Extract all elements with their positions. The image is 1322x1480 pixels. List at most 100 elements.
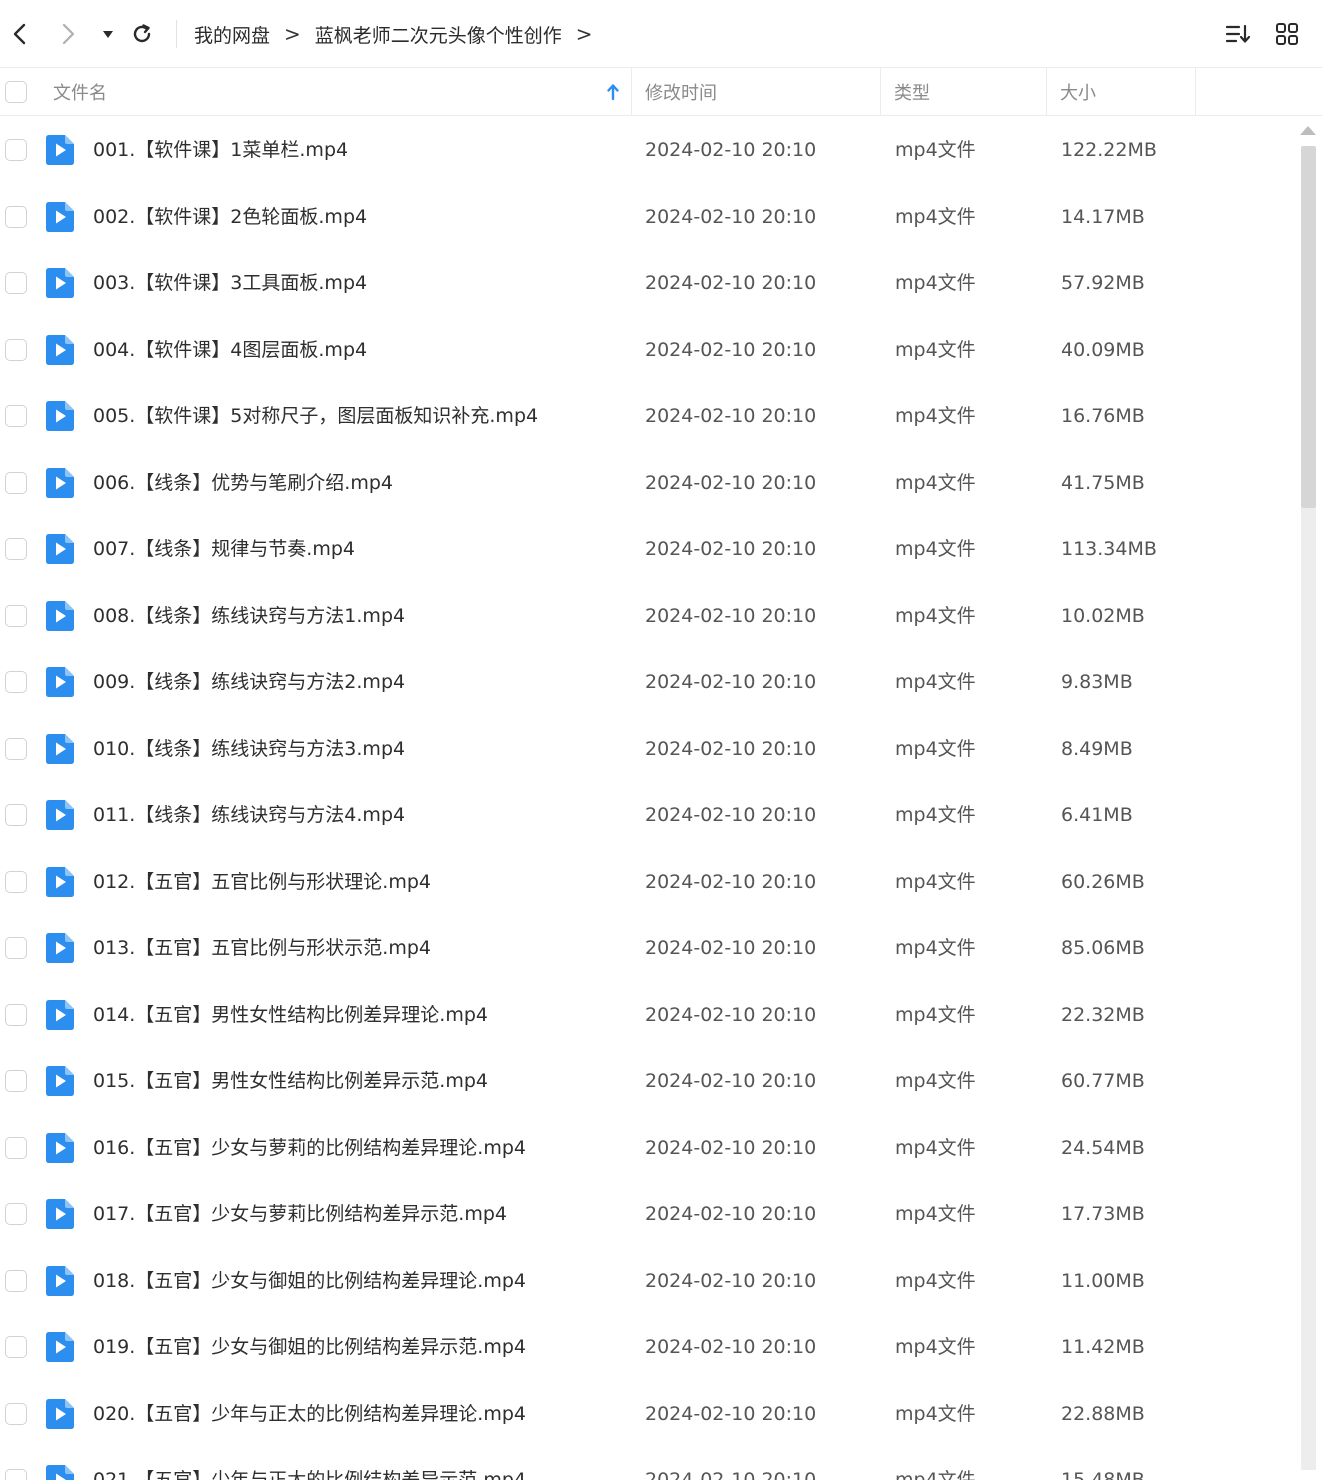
file-row[interactable]: 002.【软件课】2色轮面板.mp4 2024-02-10 20:10 mp4文件 1… <box>0 184 1298 251</box>
file-name[interactable]: 018.【五官】少女与御姐的比例结构差异理论.mp4 <box>93 1248 526 1315</box>
row-checkbox[interactable] <box>5 471 27 494</box>
file-row[interactable]: 016.【五官】少女与萝莉的比例结构差异理论.mp4 2024-02-10 20:… <box>0 1115 1298 1182</box>
file-row[interactable]: 017.【五官】少女与萝莉比例结构差异示范.mp4 2024-02-10 20:1… <box>0 1181 1298 1248</box>
file-name[interactable]: 008.【线条】练线诀窍与方法1.mp4 <box>93 583 405 650</box>
file-name[interactable]: 005.【软件课】5对称尺子，图层面板知识补充.mp4 <box>93 383 538 450</box>
file-row[interactable]: 015.【五官】男性女性结构比例差异示范.mp4 2024-02-10 20:10… <box>0 1048 1298 1115</box>
video-file-icon <box>46 800 74 830</box>
file-row[interactable]: 011.【线条】练线诀窍与方法4.mp4 2024-02-10 20:10 mp4文… <box>0 782 1298 849</box>
scroll-up-arrow-icon[interactable] <box>1300 126 1316 135</box>
file-size: 57.92MB <box>1061 272 1145 294</box>
file-name[interactable]: 003.【软件课】3工具面板.mp4 <box>93 250 367 317</box>
file-name[interactable]: 012.【五官】五官比例与形状理论.mp4 <box>93 849 431 916</box>
column-header-size[interactable]: 大小 <box>1060 68 1096 116</box>
file-row[interactable]: 013.【五官】五官比例与形状示范.mp4 2024-02-10 20:10 mp4… <box>0 915 1298 982</box>
file-type: mp4文件 <box>895 471 976 494</box>
file-modified-time: 2024-02-10 20:10 <box>645 1469 817 1480</box>
file-row[interactable]: 008.【线条】练线诀窍与方法1.mp4 2024-02-10 20:10 mp4文… <box>0 583 1298 650</box>
row-checkbox[interactable] <box>5 870 27 893</box>
file-name[interactable]: 001.【软件课】1菜单栏.mp4 <box>93 117 348 184</box>
file-name[interactable]: 011.【线条】练线诀窍与方法4.mp4 <box>93 782 405 849</box>
row-checkbox[interactable] <box>5 1136 27 1159</box>
file-name[interactable]: 014.【五官】男性女性结构比例差异理论.mp4 <box>93 982 488 1049</box>
file-row[interactable]: 006.【线条】优势与笔刷介绍.mp4 2024-02-10 20:10 mp4文件… <box>0 450 1298 517</box>
file-name[interactable]: 016.【五官】少女与萝莉的比例结构差异理论.mp4 <box>93 1115 526 1182</box>
file-row[interactable]: 005.【软件课】5对称尺子，图层面板知识补充.mp4 2024-02-10 20… <box>0 383 1298 450</box>
row-checkbox[interactable] <box>5 538 27 560</box>
grid-view-button[interactable] <box>1271 18 1303 50</box>
file-name[interactable]: 007.【线条】规律与节奏.mp4 <box>93 516 355 583</box>
scrollbar-rail[interactable] <box>1301 508 1316 1470</box>
row-checkbox[interactable] <box>5 405 27 427</box>
row-checkbox[interactable] <box>5 272 27 294</box>
row-checkbox[interactable] <box>5 671 27 693</box>
row-checkbox[interactable] <box>5 804 27 826</box>
file-name[interactable]: 002.【软件课】2色轮面板.mp4 <box>93 184 367 251</box>
select-all-checkbox[interactable] <box>5 81 27 103</box>
column-divider[interactable] <box>631 68 632 116</box>
file-row[interactable]: 007.【线条】规律与节奏.mp4 2024-02-10 20:10 mp4文件 11… <box>0 516 1298 583</box>
forward-button[interactable] <box>52 18 84 50</box>
file-name[interactable]: 009.【线条】练线诀窍与方法2.mp4 <box>93 649 405 716</box>
file-name[interactable]: 015.【五官】男性女性结构比例差异示范.mp4 <box>93 1048 488 1115</box>
file-row[interactable]: 012.【五官】五官比例与形状理论.mp4 2024-02-10 20:10 mp4… <box>0 849 1298 916</box>
file-row[interactable]: 009.【线条】练线诀窍与方法2.mp4 2024-02-10 20:10 mp4文… <box>0 649 1298 716</box>
file-type: mp4文件 <box>895 1070 976 1092</box>
file-row[interactable]: 020.【五官】少年与正太的比例结构差异理论.mp4 2024-02-10 20:… <box>0 1381 1298 1448</box>
video-file-icon <box>46 268 74 298</box>
file-row[interactable]: 014.【五官】男性女性结构比例差异理论.mp4 2024-02-10 20:10… <box>0 982 1298 1049</box>
column-divider[interactable] <box>1046 68 1047 116</box>
video-file-icon <box>46 600 74 631</box>
row-checkbox[interactable] <box>5 1336 27 1358</box>
file-name[interactable]: 010.【线条】练线诀窍与方法3.mp4 <box>93 716 405 783</box>
column-header-name[interactable]: 文件名 <box>53 68 107 116</box>
history-dropdown-button[interactable] <box>92 18 124 50</box>
file-size: 6.41MB <box>1061 804 1133 826</box>
row-checkbox[interactable] <box>5 937 27 959</box>
breadcrumb-item-root[interactable]: 我的网盘 <box>194 21 270 48</box>
breadcrumb-item-folder[interactable]: 蓝枫老师二次元头像个性创作 <box>315 21 562 48</box>
file-size: 15.48MB <box>1061 1469 1145 1480</box>
video-file-icon <box>46 1132 74 1163</box>
column-divider[interactable] <box>880 68 881 116</box>
file-name[interactable]: 020.【五官】少年与正太的比例结构差异理论.mp4 <box>93 1381 526 1448</box>
file-row[interactable]: 001.【软件课】1菜单栏.mp4 2024-02-10 20:10 mp4文件 12… <box>0 117 1298 184</box>
file-modified-time: 2024-02-10 20:10 <box>645 272 817 294</box>
row-checkbox[interactable] <box>5 1203 27 1225</box>
file-name[interactable]: 013.【五官】五官比例与形状示范.mp4 <box>93 915 431 982</box>
video-file-icon <box>46 667 74 697</box>
row-checkbox[interactable] <box>5 1402 27 1425</box>
file-row[interactable]: 010.【线条】练线诀窍与方法3.mp4 2024-02-10 20:10 mp4文… <box>0 716 1298 783</box>
row-checkbox[interactable] <box>5 604 27 627</box>
row-checkbox[interactable] <box>5 1469 27 1480</box>
column-header-modified[interactable]: 修改时间 <box>645 68 717 116</box>
row-checkbox[interactable] <box>5 1070 27 1092</box>
file-row[interactable]: 019.【五官】少女与御姐的比例结构差异示范.mp4 2024-02-10 20:… <box>0 1314 1298 1381</box>
row-checkbox[interactable] <box>5 737 27 760</box>
file-row[interactable]: 004.【软件课】4图层面板.mp4 2024-02-10 20:10 mp4文件 4… <box>0 317 1298 384</box>
file-row[interactable]: 021.【五官】少年与正太的比例结构差异示范.mp4 2024-02-10 20:… <box>0 1447 1298 1480</box>
row-checkbox[interactable] <box>5 139 27 161</box>
column-divider[interactable] <box>1195 68 1196 116</box>
scrollbar-thumb[interactable] <box>1301 146 1316 508</box>
file-row[interactable]: 018.【五官】少女与御姐的比例结构差异理论.mp4 2024-02-10 20:… <box>0 1248 1298 1315</box>
back-button[interactable] <box>4 18 36 50</box>
file-name[interactable]: 017.【五官】少女与萝莉比例结构差异示范.mp4 <box>93 1181 507 1248</box>
file-name[interactable]: 004.【软件课】4图层面板.mp4 <box>93 317 367 384</box>
row-checkbox[interactable] <box>5 1003 27 1026</box>
video-file-icon <box>46 334 74 365</box>
sort-button[interactable] <box>1222 18 1254 50</box>
file-name[interactable]: 006.【线条】优势与笔刷介绍.mp4 <box>93 450 393 517</box>
breadcrumb-separator[interactable]: > <box>576 22 593 46</box>
file-modified-time: 2024-02-10 20:10 <box>645 1070 817 1092</box>
sort-arrow-icon[interactable] <box>606 68 620 116</box>
row-checkbox[interactable] <box>5 205 27 228</box>
chevron-right-icon <box>62 23 75 45</box>
file-name[interactable]: 019.【五官】少女与御姐的比例结构差异示范.mp4 <box>93 1314 526 1381</box>
column-header-type[interactable]: 类型 <box>894 68 930 116</box>
refresh-button[interactable] <box>126 18 158 50</box>
file-name[interactable]: 021.【五官】少年与正太的比例结构差异示范.mp4 <box>93 1447 526 1480</box>
row-checkbox[interactable] <box>5 1269 27 1292</box>
row-checkbox[interactable] <box>5 338 27 361</box>
file-row[interactable]: 003.【软件课】3工具面板.mp4 2024-02-10 20:10 mp4文件 5… <box>0 250 1298 317</box>
